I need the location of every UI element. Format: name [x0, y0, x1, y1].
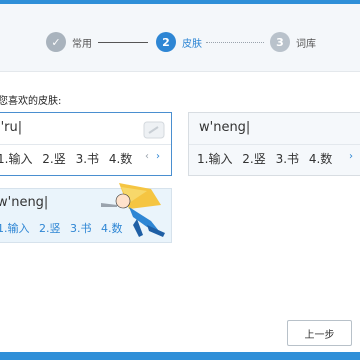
- skin-logo-icon: [143, 121, 165, 139]
- section-title: 您喜欢的皮肤:: [0, 96, 62, 107]
- step-skin-label: 皮肤: [182, 38, 202, 50]
- setup-step-bar: ✓ 常用 2 皮肤 3 词库: [0, 4, 360, 72]
- pinyin-preview: w'neng|: [0, 195, 49, 210]
- skin-option-1[interactable]: l'ru| 1.输入 2.竖 3.书 4.数 ‹ ›: [0, 112, 172, 176]
- bottom-accent-strip: [0, 352, 360, 360]
- flying-character-illustration: [101, 183, 165, 237]
- step-connector: [98, 42, 148, 43]
- next-page-icon[interactable]: ›: [156, 151, 160, 162]
- card-divider: [0, 144, 171, 145]
- step-common-label: 常用: [72, 38, 92, 50]
- skin-option-2[interactable]: w'neng| 1.输入 2.竖 3.书 4.数 ›: [188, 112, 360, 176]
- pinyin-preview: l'ru|: [0, 120, 23, 135]
- skin-option-3[interactable]: w'neng| 1.输入 2.竖 3.书 4.数: [0, 183, 172, 243]
- check-icon: ✓: [46, 32, 66, 52]
- candidate-list: 1.输入 2.竖 3.书 4.数: [0, 152, 133, 166]
- next-page-icon[interactable]: ›: [349, 151, 353, 162]
- step-skin[interactable]: 2 皮肤: [156, 31, 202, 53]
- step-dictionary-label: 词库: [296, 38, 316, 50]
- step-connector: [206, 42, 264, 43]
- step-common[interactable]: ✓ 常用: [46, 31, 92, 53]
- step-number-icon: 2: [156, 32, 176, 52]
- pinyin-preview: w'neng|: [199, 120, 251, 135]
- step-number-icon: 3: [270, 32, 290, 52]
- step-dictionary[interactable]: 3 词库: [270, 31, 316, 53]
- candidate-list: 1.输入 2.竖 3.书 4.数: [197, 152, 333, 166]
- back-button[interactable]: 上一步: [287, 320, 352, 346]
- prev-page-icon[interactable]: ‹: [145, 151, 149, 162]
- card-divider: [189, 144, 360, 145]
